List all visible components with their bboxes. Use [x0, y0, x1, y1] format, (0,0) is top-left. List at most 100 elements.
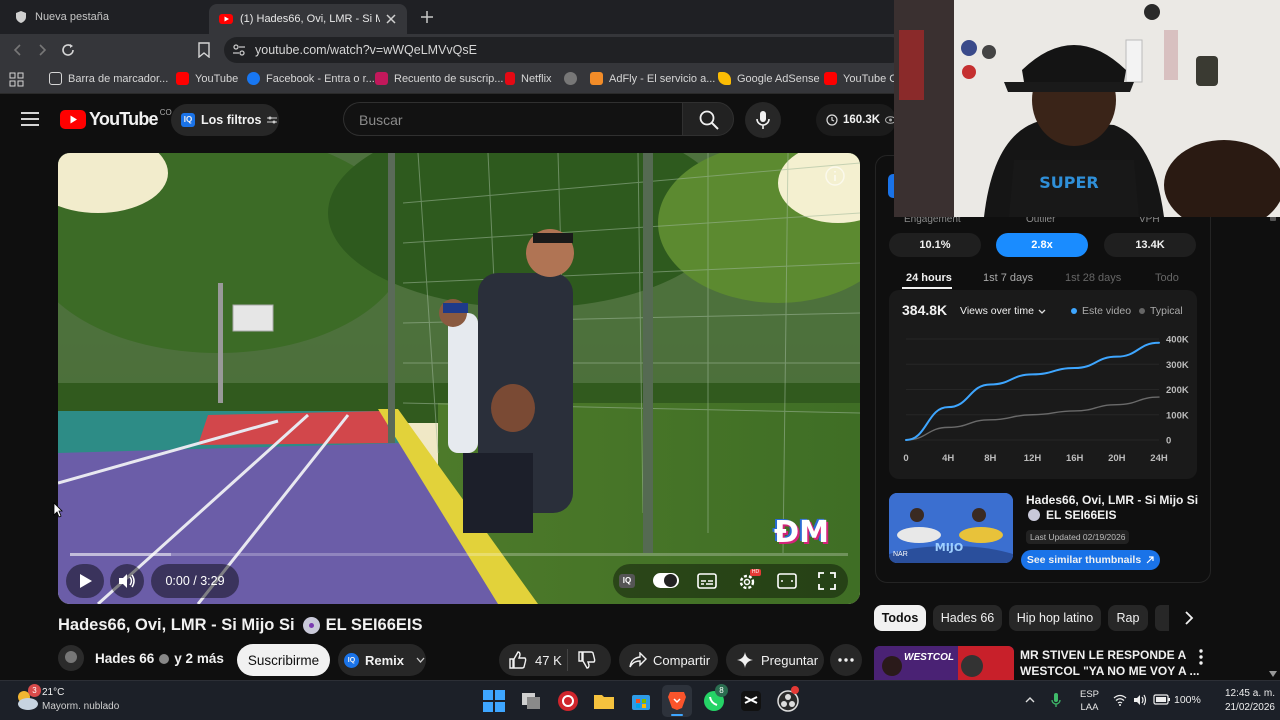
apps-grid-icon[interactable]	[9, 72, 24, 87]
chevron-up-icon[interactable]	[1025, 696, 1035, 703]
dislike-button[interactable]	[568, 651, 596, 669]
clock[interactable]: 12:45 a. m. 21/02/2026	[1205, 687, 1275, 715]
fullscreen-icon[interactable]	[818, 572, 836, 590]
see-similar-thumbnails-button[interactable]: See similar thumbnails	[1021, 550, 1160, 570]
site-settings-icon[interactable]	[232, 43, 246, 57]
share-button[interactable]: Compartir	[619, 644, 718, 676]
close-tab-icon[interactable]	[386, 14, 396, 24]
bookmark-youtube-creator[interactable]: YouTube Cr	[824, 72, 901, 85]
file-explorer-icon[interactable]	[592, 689, 616, 713]
clock-time: 12:45 a. m.	[1224, 688, 1275, 699]
subtitles-icon[interactable]	[697, 573, 717, 589]
tab-first-28-days[interactable]: 1st 28 days	[1065, 272, 1121, 284]
views-counter-badge[interactable]: 160.3K	[816, 104, 896, 136]
search-button[interactable]	[682, 102, 734, 136]
logo-text: YouTube	[89, 109, 159, 129]
remix-label: Remix	[365, 652, 405, 668]
brave-browser-active[interactable]	[662, 685, 692, 717]
info-icon[interactable]	[824, 165, 846, 187]
bookmark-sub-count[interactable]: Recuento de suscrip...	[375, 72, 503, 85]
weather-description[interactable]: Mayorm. nublado	[42, 701, 119, 712]
tab-24-hours[interactable]: 24 hours	[906, 272, 952, 284]
obs-taskbar[interactable]	[776, 686, 800, 713]
channel-avatar[interactable]	[58, 645, 84, 671]
wifi-icon[interactable]	[1113, 694, 1127, 706]
ask-button[interactable]: Preguntar	[726, 644, 824, 676]
microphone-tray-icon[interactable]	[1051, 692, 1061, 708]
brave-lion-icon	[668, 692, 686, 710]
subscribe-button[interactable]: Suscribirme	[237, 644, 330, 676]
x-tick-label: 4H	[942, 453, 954, 464]
filters-label: Los filtros	[201, 113, 262, 127]
temperature[interactable]: 21°C	[42, 687, 64, 698]
tab-all[interactable]: Todo	[1155, 272, 1179, 284]
youtube-logo[interactable]: YouTube CO	[60, 108, 172, 130]
filters-button[interactable]: IQ Los filtros	[171, 104, 279, 136]
see-similar-label: See similar thumbnails	[1026, 554, 1142, 566]
bookmark-label: YouTube	[195, 72, 239, 85]
more-actions-button[interactable]	[830, 644, 862, 676]
iq-remix-icon: IQ	[344, 652, 359, 668]
channel-info[interactable]: Hades 66 y 2 más	[95, 651, 224, 666]
chip-latin-hiphop[interactable]: Hip hop latino	[1009, 605, 1101, 631]
windows-start-icon[interactable]	[482, 689, 506, 713]
language-indicator[interactable]: ESP LAA	[1080, 688, 1099, 714]
clock-date: 21/02/2026	[1224, 702, 1275, 713]
bookmark-youtube[interactable]: YouTube	[176, 72, 238, 85]
chip-hades66[interactable]: Hades 66	[933, 605, 1002, 631]
bookmark-netflix[interactable]: Netflix	[505, 72, 552, 85]
chip-partial[interactable]	[1155, 605, 1169, 631]
search-box[interactable]: Buscar	[343, 102, 683, 136]
battery-plugged-icon[interactable]	[1153, 693, 1171, 706]
theater-mode-icon[interactable]	[777, 573, 797, 589]
battery-percent[interactable]: 100%	[1174, 694, 1201, 706]
active-tab-underline	[902, 287, 952, 289]
microsoft-store-icon[interactable]	[629, 689, 653, 713]
bookmark-adsense[interactable]: Google AdSense	[718, 72, 820, 85]
menu-icon[interactable]	[21, 112, 39, 126]
weather-widget-icon[interactable]: 3	[14, 684, 41, 713]
back-arrow-icon[interactable]	[11, 43, 25, 57]
bookmark-folder[interactable]: Barra de marcador...	[49, 72, 168, 85]
forward-arrow-icon[interactable]	[35, 43, 49, 57]
iq-player-icon[interactable]: IQ	[619, 574, 635, 588]
new-tab-plus-icon[interactable]	[420, 10, 434, 24]
url-bar[interactable]: youtube.com/watch?v=wWQeLMVvQsE	[224, 37, 904, 63]
bookmark-globe[interactable]	[564, 72, 583, 85]
counter-icon	[375, 72, 388, 85]
volume-button[interactable]	[110, 564, 144, 598]
chevron-right-icon[interactable]	[1184, 611, 1194, 625]
album-name[interactable]: EL SEI66EIS	[326, 616, 423, 635]
thumbnail-preview[interactable]: MIJO NAR	[889, 493, 1013, 563]
tab-youtube-video[interactable]: (1) Hades66, Ovi, LMR - Si Mijo Si	[209, 4, 407, 34]
recommended-thumbnail[interactable]: WESTCOL	[874, 646, 1014, 680]
bookmark-adfly[interactable]: AdFly - El servicio a...	[590, 72, 715, 85]
tab-new-tab[interactable]: Nueva pestaña	[4, 4, 204, 30]
like-button[interactable]: 47 K	[499, 651, 567, 669]
tab-first-7-days[interactable]: 1st 7 days	[983, 272, 1033, 284]
capcut-icon[interactable]	[739, 689, 763, 713]
recommended-title[interactable]: MR STIVEN LE RESPONDE A WESTCOL "YA NO M…	[1020, 647, 1200, 679]
chip-all[interactable]: Todos	[874, 605, 926, 631]
video-player[interactable]: ÐM 0:00 / 3:29 IQ HD	[58, 153, 860, 604]
bookmark-facebook[interactable]: Facebook - Entra o r...	[247, 72, 375, 85]
chip-rap[interactable]: Rap	[1108, 605, 1148, 631]
task-view-icon[interactable]	[519, 689, 543, 713]
speaker-icon[interactable]	[1133, 694, 1148, 706]
more-vertical-icon[interactable]	[1199, 649, 1203, 665]
album-disc-icon	[1028, 509, 1040, 521]
y-tick-label: 100K	[1166, 410, 1189, 421]
autoplay-toggle[interactable]	[653, 573, 679, 588]
play-button[interactable]	[66, 564, 104, 598]
remix-button[interactable]: IQ Remix	[338, 644, 426, 676]
bookmark-icon[interactable]	[198, 42, 210, 58]
channel-name[interactable]: Hades 66	[95, 651, 154, 666]
voice-search-button[interactable]	[745, 102, 781, 138]
channel-more[interactable]: y 2 más	[174, 651, 224, 666]
progress-bar[interactable]	[70, 553, 848, 556]
whatsapp-taskbar[interactable]: 8	[702, 684, 728, 713]
views-chart-card: 384.8K Views over time Este video Typica…	[889, 290, 1197, 479]
app-red-icon[interactable]	[556, 689, 580, 713]
scroll-down-arrow-icon[interactable]	[1269, 671, 1277, 677]
reload-icon[interactable]	[60, 42, 76, 58]
